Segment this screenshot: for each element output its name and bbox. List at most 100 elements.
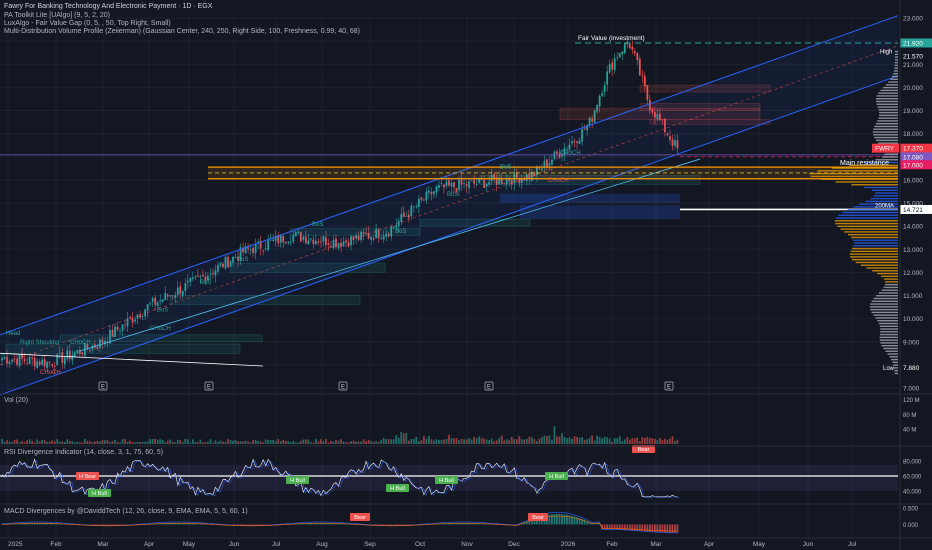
macd-histogram-bar [671,524,674,533]
volume-bar [322,441,325,444]
volume-profile-bin [878,117,898,119]
price-tick-label: 10.000 [903,316,923,323]
volume-bar [254,439,257,444]
volume-profile-bin [871,189,898,191]
volume-profile-bin [893,73,898,75]
volume-profile-bin [809,172,898,175]
volume-bar [312,442,315,444]
volume-bar [581,437,583,444]
volume-bar [453,438,455,444]
volume-profile-bin [877,106,898,108]
rsi-pane-label[interactable]: RSI Divergence Indicator (14, close, 3, … [4,449,163,457]
volume-profile-bin [874,195,898,197]
volume-profile-bin [892,361,898,364]
volume-profile-bin [875,122,898,125]
volume-profile-bin [851,184,898,186]
volume-profile-bin [870,308,898,311]
volume-bar [1,438,3,444]
volume-bar [493,441,496,444]
indicator-pa-toolkit[interactable]: PA Toolkit Lite [UAlgo] (9, 5, 2, 20) [4,12,110,20]
volume-bar [11,442,13,444]
indicator-volume-profile[interactable]: Multi-Distribution Volume Profile (Zeiie… [4,28,360,36]
macd-histogram-bar [654,524,656,533]
volume-profile-bin [842,211,898,214]
volume-bar [327,442,330,444]
volume-bar [129,440,131,444]
h-bull-badge: H Bull [390,486,405,492]
volume-bar [104,440,106,444]
chart-canvas[interactable]: Fair Value (investment) Main resistance 20… [0,0,932,550]
volume-bar [586,439,588,444]
volume-profile-bin [885,281,898,283]
candle-body [621,51,624,55]
volume-bar [134,442,136,444]
macd-histogram-bar [646,524,649,532]
volume-bar [523,439,526,444]
volume-bar [21,441,23,444]
volume-bar [643,438,646,444]
volume-bar [490,438,493,444]
volume-bar [56,439,59,444]
volume-profile-bin [864,186,898,189]
volume-bar [387,438,390,444]
volume-pane[interactable]: 120 M 80 M 40 M [1,398,920,444]
price-tick-label: 23.000 [903,16,923,23]
volume-profile-bin [894,372,898,375]
bos-label: BoS [157,308,168,314]
volume-bar [377,441,380,444]
volume-bar [242,441,244,444]
volume-bar [124,438,126,444]
volume-bar [89,441,91,444]
macd-histogram-bar [648,524,651,532]
volume-profile-bin [851,236,898,239]
bear-badge-macd: Bear [354,515,366,521]
volume-bar [671,436,674,444]
price-tick-label: 20.000 [903,85,923,92]
volume-profile-bin [894,64,898,67]
volume-bar [202,442,204,444]
volume-profile-bin [894,67,898,69]
macd-pane-label[interactable]: MACD Divergences by @DaviddTech (12, 26,… [4,508,248,516]
volume-bar [171,441,174,444]
volume-profile-bin [820,178,898,180]
volume-bar [654,438,656,444]
volume-bar [350,441,352,444]
volume-bar [169,439,172,444]
volume-bar [131,441,134,444]
price-tick-label: 12.000 [903,270,923,277]
time-tick-label: Feb [606,541,618,548]
volume-profile-bin [840,228,898,230]
volume-profile-bin [848,233,898,236]
volume-bar [166,440,169,444]
candle-body [631,46,634,50]
volume-bar [174,442,177,444]
volume-pane-label[interactable]: Vol (20) [4,397,28,405]
rsi-tick-label: 60.000 [903,475,922,481]
time-tick-label: Dec [508,541,520,548]
volume-profile-bin [877,320,898,322]
volume-bar [465,439,468,444]
volume-bar [269,440,272,444]
volume-profile-bin [849,253,898,255]
volume-bar [428,436,430,444]
earnings-label: E [101,385,105,391]
volume-bar [400,432,403,444]
volume-bar [495,440,498,444]
volume-bar [6,440,8,444]
bear-badge-rsi: Bear [638,447,650,453]
volume-bar [299,440,302,444]
volume-profile-bin [894,53,898,56]
time-axis[interactable]: 2025 Feb Mar Apr May Jun Jul Aug Sep Oct Nov Dec 202… [8,541,857,548]
volume-bar [603,436,606,444]
volume-profile-bin [869,306,898,308]
ma200-label: 200MA [875,203,894,209]
price-tick-label: 19.000 [903,108,923,115]
volume-profile-bin [850,250,898,253]
volume-tick-label: 40 M [903,428,916,434]
bos-label: BoS [200,280,211,286]
macd-histogram-bar [561,514,563,525]
volume-bar [515,439,518,444]
time-tick-label: Aug [316,541,328,548]
volume-profile-bin [835,222,898,225]
indicator-fvg[interactable]: LuxAlgo - Fair Value Gap (0, 5, , 50, To… [4,20,171,28]
